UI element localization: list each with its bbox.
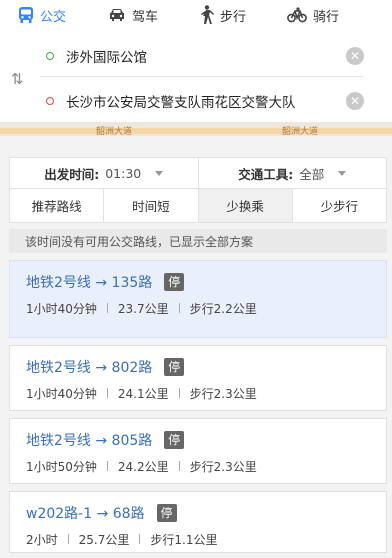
route-input-panel: ⇅ 涉外国际公馆 ✕ 长沙市公安局交警支队雨花区交警大队 ✕ [0, 30, 392, 122]
route-walk-distance: 步行2.3公里 [189, 459, 257, 474]
tab-shortest-time[interactable]: 时间短 [103, 189, 197, 222]
map-road-label: 韶洲大道 [96, 127, 133, 136]
divider [178, 461, 180, 471]
divider [106, 303, 108, 313]
stop-badge: 停 [164, 358, 185, 376]
departure-time-select[interactable]: 出发时间: 01:30 [10, 158, 198, 188]
clear-origin-icon[interactable]: ✕ [346, 46, 364, 65]
mode-tab-car[interactable]: 驾车 [108, 0, 158, 30]
departure-time-value: 01:30 [105, 165, 142, 181]
sort-tabs: 推荐路线 时间短 少换乘 少步行 [10, 189, 386, 222]
route-distance: 24.1公里 [117, 386, 169, 401]
vehicle-type-label: 交通工具: [238, 166, 294, 182]
route-distance: 24.2公里 [117, 459, 169, 474]
no-route-notice: 该时间没有可用公交路线，已显示全部方案 [9, 229, 387, 253]
route-card[interactable]: 地铁2号线 → 802路 停 1小时40分钟 24.1公里 步行2.3公里 [9, 345, 387, 411]
route-duration: 1小时50分钟 [26, 459, 97, 474]
map-preview[interactable]: 韶洲大道 韶洲大道 [0, 122, 392, 136]
route-name[interactable]: 地铁2号线 → 805路 [26, 430, 152, 450]
mode-label-bus: 公交 [40, 9, 67, 25]
transit-planner: 公交 驾车 步行 骑行 ⇅ 涉外国际公馆 ✕ 长沙市公安局交警支队雨花区交警大队… [0, 0, 392, 558]
bus-icon [19, 7, 33, 23]
clear-destination-icon[interactable]: ✕ [346, 92, 364, 110]
route-walk-distance: 步行2.3公里 [189, 386, 257, 401]
route-name[interactable]: w202路-1 → 68路 [26, 503, 145, 523]
mode-label-car: 驾车 [132, 9, 159, 25]
swap-direction-icon[interactable]: ⇅ [11, 70, 24, 88]
divider [178, 388, 180, 398]
divider [178, 303, 180, 313]
mode-tab-walk[interactable]: 步行 [198, 0, 246, 30]
map-road [0, 128, 392, 134]
origin-field[interactable]: 涉外国际公馆 ✕ [40, 35, 364, 77]
divider [139, 534, 141, 544]
mode-label-bike: 骑行 [313, 9, 340, 25]
map-road-label: 韶洲大道 [282, 127, 319, 136]
vehicle-type-value: 全部 [299, 166, 325, 182]
route-duration: 1小时40分钟 [26, 301, 97, 316]
destination-dot-icon [46, 97, 54, 105]
destination-text: 长沙市公安局交警支队雨花区交警大队 [66, 95, 296, 111]
stop-badge: 停 [164, 431, 185, 449]
chevron-down-icon [155, 170, 164, 176]
transport-mode-bar: 公交 驾车 步行 骑行 [0, 0, 392, 30]
origin-dot-icon [46, 51, 54, 60]
divider [67, 534, 69, 544]
stop-badge: 停 [164, 273, 185, 291]
route-distance: 25.7公里 [78, 532, 130, 547]
tab-least-walking[interactable]: 少步行 [291, 189, 386, 222]
destination-field[interactable]: 长沙市公安局交警支队雨花区交警大队 ✕ [40, 80, 364, 122]
vehicle-type-select[interactable]: 交通工具: 全部 [197, 158, 387, 188]
tab-recommended[interactable]: 推荐路线 [10, 189, 103, 222]
route-name[interactable]: 地铁2号线 → 802路 [26, 357, 152, 377]
origin-text: 涉外国际公馆 [66, 49, 147, 66]
stop-badge: 停 [156, 504, 177, 522]
route-card[interactable]: 地铁2号线 → 135路 停 1小时40分钟 23.7公里 步行2.2公里 [9, 260, 387, 338]
route-duration: 2小时 [26, 532, 58, 547]
bike-icon [287, 7, 307, 23]
divider [106, 461, 108, 471]
departure-time-label: 出发时间: [44, 166, 100, 182]
route-walk-distance: 步行2.2公里 [189, 301, 257, 316]
divider [106, 388, 108, 398]
tab-fewest-transfers[interactable]: 少换乘 [197, 189, 292, 222]
mode-tab-bike[interactable]: 骑行 [287, 0, 339, 30]
route-distance: 23.7公里 [117, 301, 169, 316]
route-name[interactable]: 地铁2号线 → 135路 [26, 272, 152, 292]
chevron-down-icon [338, 170, 347, 176]
mode-label-walk: 步行 [220, 9, 247, 25]
route-card[interactable]: 地铁2号线 → 805路 停 1小时50分钟 24.2公里 步行2.3公里 [9, 418, 387, 484]
car-icon [110, 9, 124, 21]
route-filter-panel: 出发时间: 01:30 交通工具: 全部 推荐路线 时间短 少换乘 少步行 [9, 157, 387, 223]
route-duration: 1小时40分钟 [26, 386, 97, 401]
walk-icon [201, 5, 214, 24]
route-walk-distance: 步行1.1公里 [150, 532, 218, 547]
route-card[interactable]: w202路-1 → 68路 停 2小时 25.7公里 步行1.1公里 [9, 491, 387, 553]
mode-tab-bus[interactable]: 公交 [18, 0, 66, 30]
